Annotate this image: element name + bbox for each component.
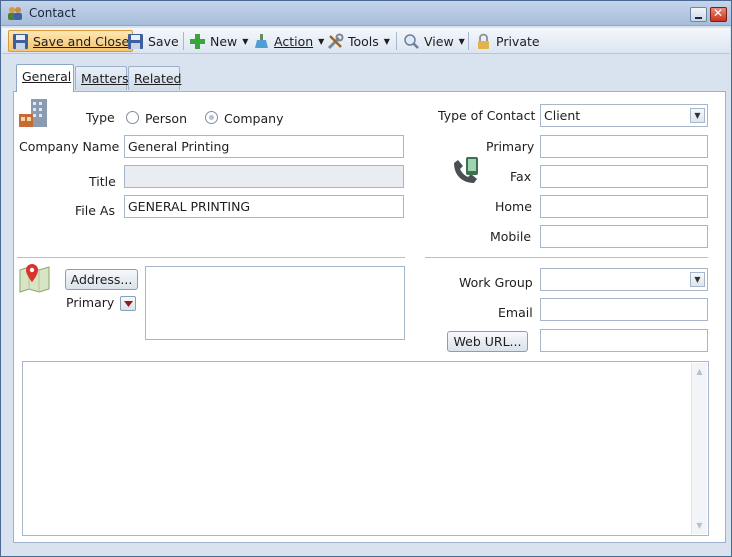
chevron-down-icon — [124, 301, 133, 307]
type-of-contact-label: Type of Contact — [438, 108, 536, 123]
private-toggle-button[interactable]: Private — [472, 30, 543, 52]
tools-label: Tools — [348, 33, 379, 49]
tab-general-label: General — [22, 69, 72, 84]
fax-label: Fax — [510, 169, 532, 184]
close-button[interactable] — [710, 6, 727, 22]
type-of-contact-value: Client — [544, 108, 581, 123]
toolbar-separator — [468, 32, 469, 50]
private-label: Private — [496, 33, 540, 49]
chevron-down-icon: ▼ — [458, 36, 465, 46]
save-disk-icon — [128, 33, 143, 49]
action-label: Action — [274, 33, 314, 49]
chevron-down-icon: ▼ — [383, 36, 390, 46]
section-divider — [425, 257, 708, 258]
mobile-input[interactable] — [540, 225, 708, 248]
type-of-contact-select[interactable]: Client ▼ — [540, 104, 708, 127]
notes-scrollbar[interactable]: ▲ ▼ — [691, 363, 707, 534]
save-disk-icon — [13, 33, 28, 49]
view-label: View — [424, 33, 454, 49]
chevron-down-icon: ▼ — [242, 36, 249, 46]
type-company-radio[interactable] — [205, 111, 218, 124]
work-group-label: Work Group — [459, 275, 533, 290]
toolbar: Save and Close Save New ▼ Action ▼ Tools… — [2, 28, 730, 54]
address-type-dropdown[interactable] — [120, 296, 136, 311]
email-input[interactable] — [540, 298, 708, 321]
minimize-button[interactable] — [690, 7, 707, 22]
tab-related-label: Related — [134, 71, 182, 86]
tab-related[interactable]: Related — [128, 66, 182, 90]
tab-matters[interactable]: Matters — [75, 66, 129, 90]
chevron-down-icon[interactable]: ▼ — [690, 272, 705, 287]
new-menu-button[interactable]: New ▼ — [186, 30, 251, 52]
toolbar-separator — [396, 32, 397, 50]
type-label: Type — [86, 110, 115, 125]
address-button[interactable]: Address... — [65, 269, 138, 290]
action-menu-button[interactable]: Action ▼ — [250, 30, 327, 52]
notes-textbox[interactable]: ▲ ▼ — [22, 361, 709, 536]
address-primary-label: Primary — [66, 295, 115, 310]
web-url-input[interactable] — [540, 329, 708, 352]
mobile-label: Mobile — [490, 229, 532, 244]
company-name-label: Company Name — [19, 139, 120, 154]
title-input[interactable] — [124, 165, 404, 188]
home-phone-input[interactable] — [540, 195, 708, 218]
primary-phone-input[interactable] — [540, 135, 708, 158]
type-company-label: Company — [224, 111, 284, 126]
padlock-icon — [478, 33, 489, 49]
phone-icon — [454, 157, 478, 183]
chevron-down-icon[interactable]: ▼ — [690, 108, 705, 123]
map-pin-icon — [19, 264, 50, 293]
type-person-radio[interactable] — [126, 111, 139, 124]
file-as-input[interactable]: GENERAL PRINTING — [124, 195, 404, 218]
scroll-down-icon[interactable]: ▼ — [694, 520, 705, 531]
home-phone-label: Home — [495, 199, 532, 214]
tab-general[interactable]: General — [16, 64, 74, 92]
fax-input[interactable] — [540, 165, 708, 188]
section-divider — [17, 257, 405, 258]
company-name-input[interactable]: General Printing — [124, 135, 404, 158]
save-label: Save — [148, 33, 179, 49]
primary-phone-label: Primary — [486, 139, 535, 154]
tools-menu-button[interactable]: Tools ▼ — [324, 30, 393, 52]
company-building-icon — [19, 99, 47, 127]
tools-icon — [327, 33, 344, 49]
scroll-up-icon[interactable]: ▲ — [694, 366, 705, 377]
title-bar: Contact — [1, 1, 731, 26]
title-label: Title — [89, 174, 116, 189]
save-and-close-label: Save and Close — [33, 33, 130, 49]
contacts-icon — [8, 7, 22, 20]
plus-icon — [190, 33, 205, 49]
tab-matters-label: Matters — [81, 71, 129, 86]
web-url-button[interactable]: Web URL... — [447, 331, 528, 352]
email-label: Email — [498, 305, 533, 320]
action-flask-icon — [255, 33, 268, 48]
save-button[interactable]: Save — [124, 30, 182, 52]
work-group-select[interactable]: ▼ — [540, 268, 708, 291]
new-label: New — [210, 33, 238, 49]
view-menu-button[interactable]: View ▼ — [400, 30, 468, 52]
magnifier-icon — [404, 33, 419, 49]
toolbar-separator — [183, 32, 184, 50]
window-title: Contact — [29, 6, 76, 20]
file-as-label: File As — [75, 203, 115, 218]
address-textbox[interactable] — [145, 266, 405, 340]
type-person-label: Person — [145, 111, 188, 126]
contact-window: Contact Save and Close Save New ▼ — [0, 0, 732, 557]
save-and-close-button[interactable]: Save and Close — [8, 30, 134, 52]
